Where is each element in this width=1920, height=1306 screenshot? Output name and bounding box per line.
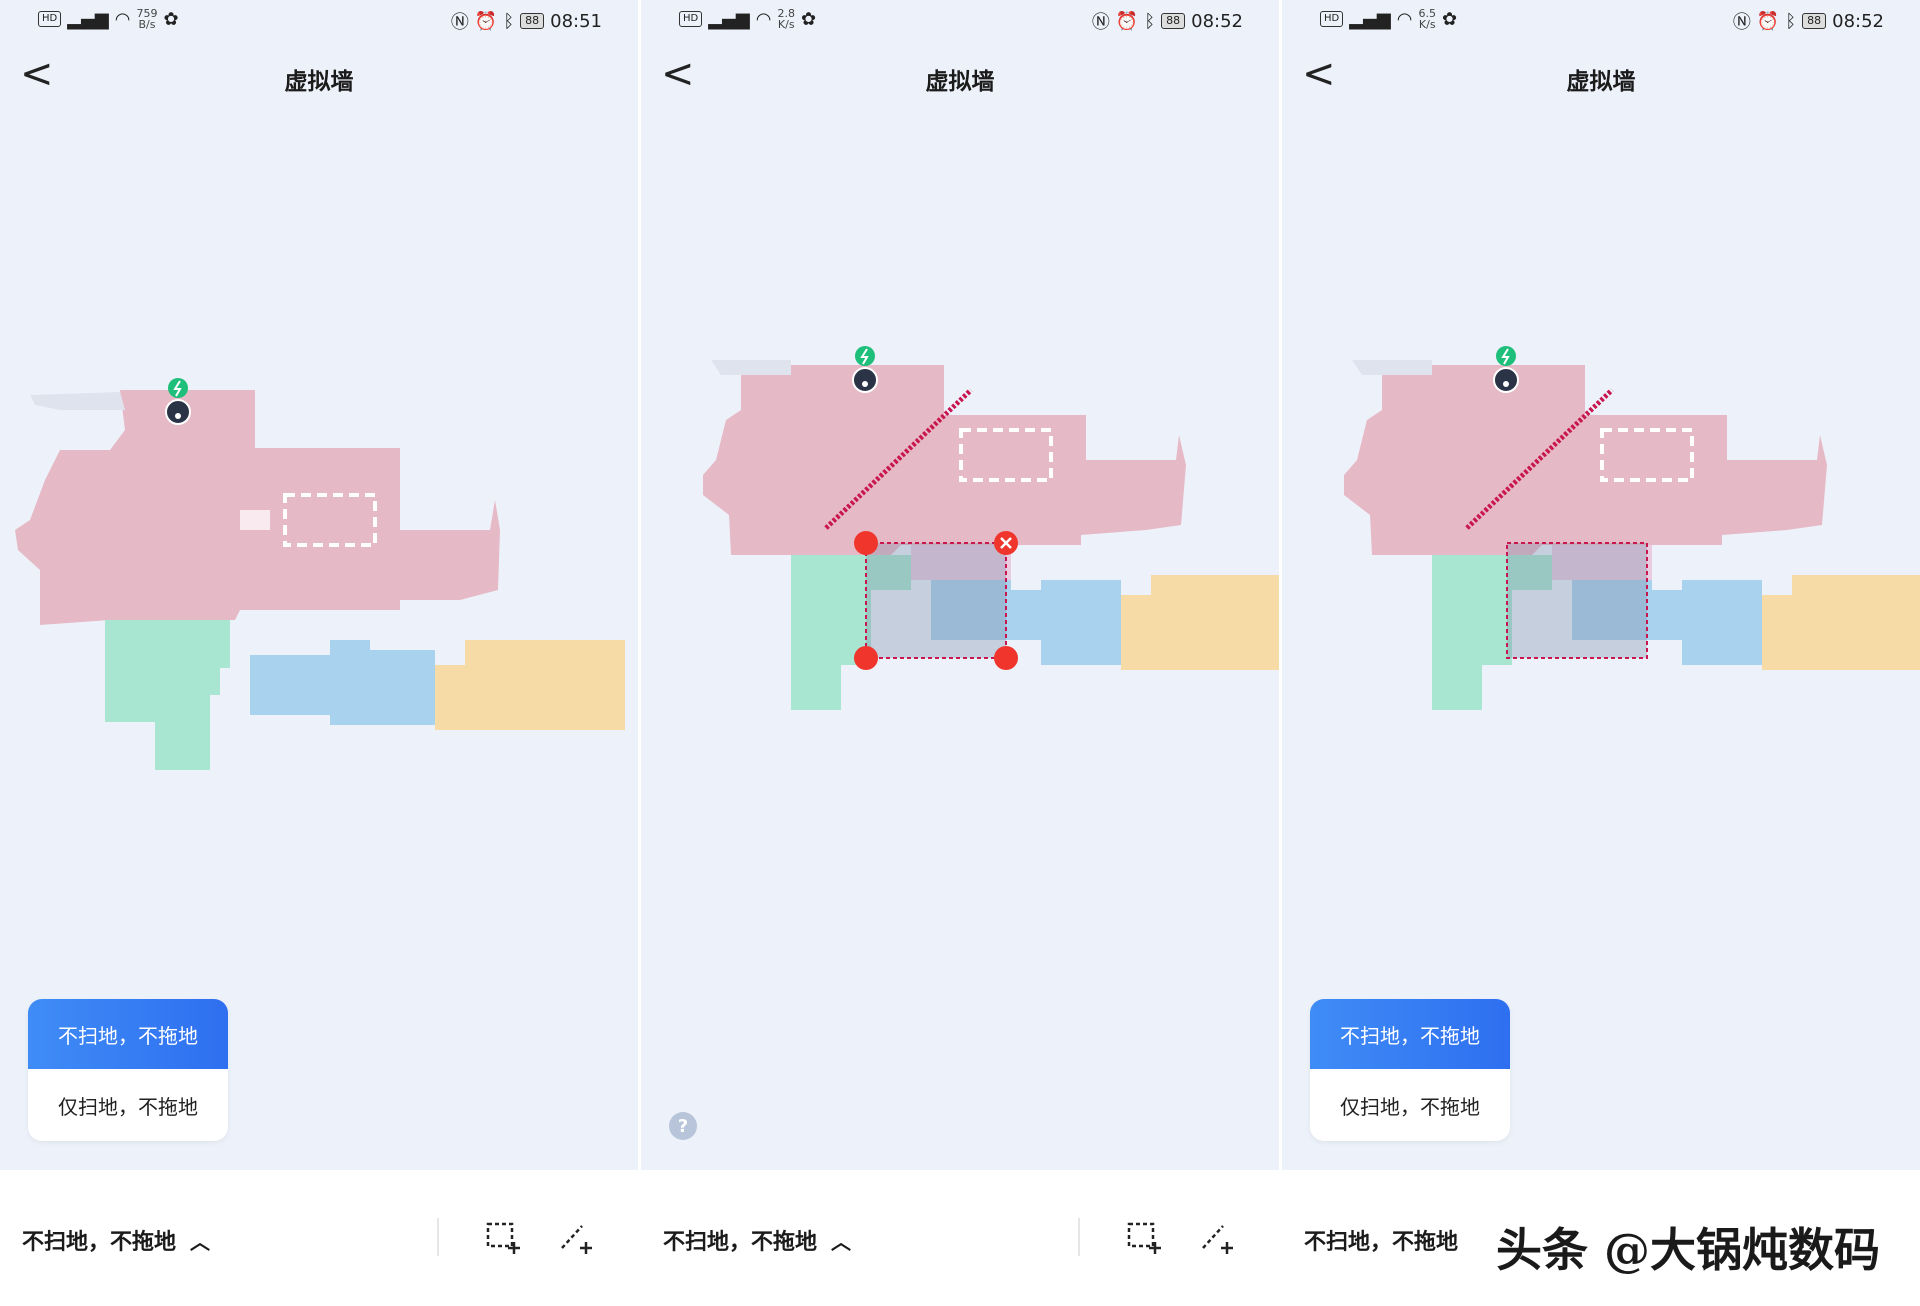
hd-badge: HD <box>38 11 62 27</box>
wifi-icon: ◠ <box>755 8 772 30</box>
signal-icon: ▂▄▆ <box>708 8 750 30</box>
network-speed: 2.8 K/s <box>777 7 795 31</box>
delete-zone-icon[interactable] <box>994 531 1018 555</box>
no-go-zone[interactable] <box>866 543 1006 658</box>
clock: 08:52 <box>1191 10 1243 32</box>
mode-selector[interactable]: 不扫地，不拖地 ︿ <box>663 1224 851 1256</box>
wechat-icon: ✿ <box>163 8 179 30</box>
bluetooth-icon: ᛒ <box>1144 10 1156 32</box>
option-no-sweep-no-mop[interactable]: 不扫地，不拖地 <box>1310 999 1510 1069</box>
wechat-icon: ✿ <box>1441 8 1458 30</box>
battery-indicator: 88 <box>520 13 545 29</box>
screen-3: HD ▂▄▆ ◠ 6.5K/s ✿ Ⓝ ⏰ ᛒ 88 08:52 < 虚拟墙 <box>1282 0 1920 1306</box>
mode-selector[interactable]: 不扫地，不拖地 ︿ <box>22 1224 210 1256</box>
page-title: 虚拟墙 <box>284 69 354 95</box>
network-speed: 6.5 K/s <box>1418 7 1436 31</box>
page-title: 虚拟墙 <box>925 69 995 95</box>
resize-handle-bottom-right[interactable] <box>994 646 1018 670</box>
add-wall-icon[interactable] <box>556 1220 596 1256</box>
nfc-icon: Ⓝ <box>1732 12 1751 33</box>
watermark: 头条 @大锅炖数码 <box>1495 1223 1880 1277</box>
wifi-icon: ◠ <box>114 8 131 30</box>
toolbar-divider <box>437 1218 439 1256</box>
robot-vacuum-icon <box>165 399 191 425</box>
bluetooth-icon: ᛒ <box>1785 10 1797 32</box>
option-no-sweep-no-mop[interactable]: 不扫地，不拖地 <box>28 999 228 1069</box>
room-pink[interactable] <box>703 360 1186 555</box>
charging-dock-icon <box>168 378 188 398</box>
floor-map[interactable] <box>1282 330 1920 810</box>
floor-map[interactable] <box>0 350 638 830</box>
option-sweep-only[interactable]: 仅扫地，不拖地 <box>28 1069 228 1141</box>
toolbar-divider <box>1078 1218 1080 1256</box>
hd-badge: HD <box>1320 11 1344 27</box>
chevron-up-icon: ︿ <box>190 1229 211 1254</box>
room-pink[interactable] <box>15 390 500 625</box>
robot-vacuum-icon <box>1493 367 1519 393</box>
help-icon[interactable]: ? <box>669 1112 697 1140</box>
bottom-toolbar: 不扫地，不拖地 ︿ <box>0 1170 638 1306</box>
battery-indicator: 88 <box>1802 13 1827 29</box>
clock: 08:52 <box>1832 10 1884 32</box>
status-bar: HD ▂▄▆ ◠ 2.8 K/s ✿ Ⓝ ⏰ ᛒ 88 08:52 <box>641 0 1279 40</box>
resize-handle-top-left[interactable] <box>854 531 878 555</box>
title-bar: < 虚拟墙 <box>1282 50 1920 104</box>
wechat-icon: ✿ <box>800 8 817 30</box>
charging-dock-icon <box>1496 346 1516 366</box>
floor-map[interactable] <box>641 330 1279 810</box>
add-zone-icon[interactable] <box>1125 1220 1165 1256</box>
battery-indicator: 88 <box>1161 13 1186 29</box>
clock: 08:51 <box>550 10 602 32</box>
room-yellow[interactable] <box>435 640 625 730</box>
alarm-icon: ⏰ <box>474 10 498 32</box>
no-go-zone[interactable] <box>1507 543 1647 658</box>
bottom-toolbar: 不扫地，不拖地 ︿ <box>641 1170 1279 1306</box>
mode-label: 不扫地，不拖地 <box>1304 1230 1459 1255</box>
resize-handle-bottom-left[interactable] <box>854 646 878 670</box>
restriction-mode-menu: 不扫地，不拖地 仅扫地，不拖地 <box>28 999 228 1141</box>
robot-vacuum-icon <box>852 367 878 393</box>
add-wall-icon[interactable] <box>1197 1220 1237 1256</box>
network-speed: 759 B/s <box>136 7 158 31</box>
page-title: 虚拟墙 <box>1566 69 1636 95</box>
add-zone-icon[interactable] <box>484 1220 524 1256</box>
bluetooth-icon: ᛒ <box>503 10 515 32</box>
room-pink[interactable] <box>1344 360 1827 555</box>
status-bar: HD ▂▄▆ ◠ 759 B/s ✿ Ⓝ ⏰ ᛒ 88 08:51 <box>0 0 638 40</box>
option-sweep-only[interactable]: 仅扫地，不拖地 <box>1310 1069 1510 1141</box>
nfc-icon: Ⓝ <box>1091 12 1110 33</box>
room-yellow[interactable] <box>1762 575 1920 670</box>
screen-2: HD ▂▄▆ ◠ 2.8K/s ✿ Ⓝ ⏰ ᛒ 88 08:52 < 虚拟墙 <box>641 0 1279 1306</box>
alarm-icon: ⏰ <box>1115 10 1139 32</box>
status-bar: HD ▂▄▆ ◠ 6.5 K/s ✿ Ⓝ ⏰ ᛒ 88 08:52 <box>1282 0 1920 40</box>
screen-1: HD ▂▄▆ ◠ 759B/s ✿ Ⓝ ⏰ ᛒ 88 08:51 < 虚拟墙 <box>0 0 638 1306</box>
mode-selector[interactable]: 不扫地，不拖地 <box>1304 1224 1458 1256</box>
mode-label: 不扫地，不拖地 <box>663 1230 818 1255</box>
restriction-mode-menu: 不扫地，不拖地 仅扫地，不拖地 <box>1310 999 1510 1141</box>
room-blue[interactable] <box>250 640 435 725</box>
nfc-icon: Ⓝ <box>450 12 469 33</box>
mode-label: 不扫地，不拖地 <box>22 1230 177 1255</box>
alarm-icon: ⏰ <box>1756 10 1780 32</box>
signal-icon: ▂▄▆ <box>1349 8 1391 30</box>
room-yellow[interactable] <box>1121 575 1279 670</box>
title-bar: < 虚拟墙 <box>641 50 1279 104</box>
room-green[interactable] <box>105 620 230 770</box>
signal-icon: ▂▄▆ <box>67 8 109 30</box>
wifi-icon: ◠ <box>1396 8 1413 30</box>
hd-badge: HD <box>679 11 703 27</box>
chevron-up-icon: ︿ <box>831 1229 852 1254</box>
charging-dock-icon <box>855 346 875 366</box>
title-bar: < 虚拟墙 <box>0 50 638 104</box>
